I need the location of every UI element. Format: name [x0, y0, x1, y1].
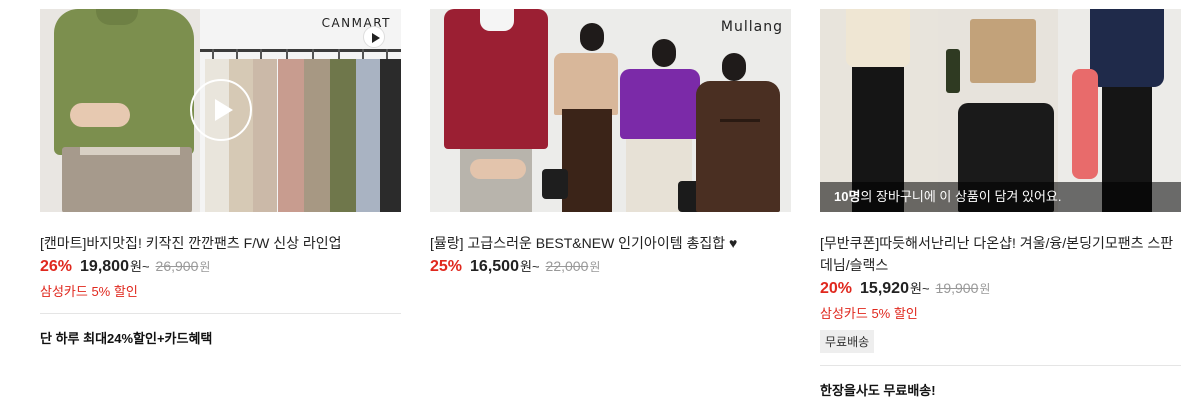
card-discount: 삼성카드 5% 할인: [820, 306, 918, 321]
sale-price: 16,500: [470, 258, 519, 275]
price-unit: 원: [909, 281, 922, 296]
sale-price: 15,920: [860, 280, 909, 297]
card-discount: 삼성카드 5% 할인: [40, 284, 138, 299]
clothes-rail: [200, 49, 401, 52]
original-price-unit: 원: [979, 282, 991, 296]
free-shipping-badge: 무료배송: [820, 330, 875, 353]
price-row: 26% 19,800 원 ~ 26,900 원: [40, 256, 401, 278]
promo-text: 한장을사도 무료배송!: [820, 383, 936, 398]
discount-rate: 25%: [430, 258, 463, 275]
video-badge-icon: [363, 26, 385, 48]
promo-text: 단 하루 최대24%할인+카드혜택: [40, 331, 213, 346]
product-card[interactable]: CANMART [캔마트]바지맛집! 키작진 깐깐팬츠 F/W 신상 라인업 2…: [40, 0, 401, 347]
sale-price: 19,800: [80, 258, 129, 275]
divider: [40, 313, 401, 314]
play-icon[interactable]: [190, 79, 252, 141]
product-title[interactable]: [무반쿠폰]따듯해서난리난 다온샵! 겨울/융/본딩기모팬츠 스판데님/슬랙스: [820, 232, 1181, 276]
product-card[interactable]: 10명의 장바구니에 이 상품이 담겨 있어요. [무반쿠폰]따듯해서난리난 다…: [820, 0, 1181, 399]
original-price-unit: 원: [199, 260, 211, 274]
original-price: 22,000: [545, 258, 589, 274]
product-image[interactable]: 10명의 장바구니에 이 상품이 담겨 있어요.: [820, 9, 1181, 212]
cart-count-banner: 10명의 장바구니에 이 상품이 담겨 있어요.: [820, 182, 1181, 212]
product-title[interactable]: [뮬랑] 고급스러운 BEST&NEW 인기아이템 총집합 ♥: [430, 232, 791, 254]
original-price-unit: 원: [589, 260, 601, 274]
hanging-pants: [330, 59, 356, 212]
price-suffix: ~: [921, 281, 930, 296]
price-row: 20% 15,920 원 ~ 19,900 원: [820, 278, 1181, 300]
hanging-pants: [278, 59, 304, 212]
original-price: 19,900: [935, 280, 979, 296]
hanging-pants: [356, 59, 380, 212]
price-unit: 원: [129, 259, 142, 274]
price-unit: 원: [519, 259, 532, 274]
gift-box: [970, 19, 1036, 83]
price-suffix: ~: [531, 259, 540, 274]
product-image[interactable]: Mullang: [430, 9, 791, 212]
discount-rate: 26%: [40, 258, 73, 275]
original-price: 26,900: [155, 258, 199, 274]
divider: [820, 365, 1181, 366]
hanging-pants: [304, 59, 330, 212]
discount-rate: 20%: [820, 280, 853, 297]
cart-count: 10명: [834, 189, 861, 204]
product-image[interactable]: CANMART: [40, 9, 401, 212]
product-card[interactable]: Mullang [뮬랑] 고급스러운 BEST&NEW 인기아이템 총집합 ♥ …: [430, 0, 791, 278]
price-row: 25% 16,500 원 ~ 22,000 원: [430, 256, 791, 278]
hanging-pants: [253, 59, 277, 212]
price-suffix: ~: [141, 259, 150, 274]
cart-count-text: 의 장바구니에 이 상품이 담겨 있어요.: [860, 189, 1062, 204]
hanging-pants: [380, 59, 401, 212]
product-title[interactable]: [캔마트]바지맛집! 키작진 깐깐팬츠 F/W 신상 라인업: [40, 232, 401, 254]
brand-logo: Mullang: [720, 19, 783, 35]
